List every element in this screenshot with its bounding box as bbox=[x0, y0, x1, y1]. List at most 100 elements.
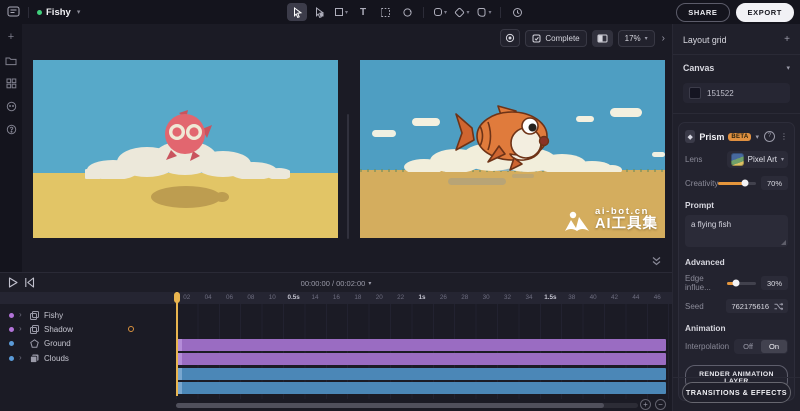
ground-shadow bbox=[448, 178, 506, 185]
divider bbox=[673, 377, 800, 378]
app-logo-icon[interactable] bbox=[7, 6, 20, 18]
complete-button[interactable]: Complete bbox=[525, 30, 586, 47]
topbar-actions: SHARE EXPORT bbox=[676, 0, 794, 24]
tool-direct-select[interactable] bbox=[309, 3, 329, 21]
interpolation-on-option[interactable]: On bbox=[761, 340, 787, 353]
collapse-panel-icon[interactable] bbox=[651, 256, 662, 266]
kebab-menu-icon[interactable]: ⋮ bbox=[780, 132, 788, 141]
ruler-label: 08 bbox=[240, 292, 261, 304]
expand-chevron-icon[interactable]: › bbox=[19, 311, 25, 319]
shuffle-icon[interactable] bbox=[774, 302, 783, 311]
small-cloud bbox=[412, 118, 440, 126]
skip-to-start-button[interactable] bbox=[24, 277, 35, 288]
playhead[interactable] bbox=[176, 292, 178, 396]
split-view-button[interactable] bbox=[592, 30, 613, 47]
chevron-down-icon[interactable]: ▾ bbox=[786, 64, 790, 72]
scrollbar-thumb[interactable] bbox=[176, 403, 604, 408]
folder-icon[interactable] bbox=[4, 54, 18, 67]
interpolation-off-option[interactable]: Off bbox=[735, 340, 761, 353]
track-bar-fishy[interactable] bbox=[176, 339, 666, 351]
frame-divider-handle[interactable] bbox=[347, 114, 349, 239]
layer-row-shadow[interactable]: › Shadow bbox=[0, 322, 176, 336]
advanced-label: Advanced bbox=[685, 257, 725, 267]
creativity-slider[interactable] bbox=[718, 182, 756, 185]
add-icon[interactable]: + bbox=[4, 31, 18, 44]
snapshot-button[interactable] bbox=[500, 29, 520, 47]
layer-type-icon bbox=[30, 339, 39, 348]
assets-grid-icon[interactable] bbox=[4, 77, 18, 90]
layer-row-clouds[interactable]: ›Clouds bbox=[0, 351, 176, 365]
help-icon[interactable]: ? bbox=[764, 131, 775, 142]
timeline-ruler[interactable]: 02040608100.5s14161820221s26283032341.5s… bbox=[0, 292, 672, 304]
complete-label: Complete bbox=[545, 34, 579, 43]
ruler-label: 14 bbox=[304, 292, 325, 304]
project-status-dot bbox=[37, 10, 42, 15]
share-button[interactable]: SHARE bbox=[676, 3, 729, 22]
layer-name: Fishy bbox=[44, 311, 63, 320]
layer-name: Shadow bbox=[44, 325, 73, 334]
comments-icon[interactable] bbox=[4, 100, 18, 113]
ruler-label: 18 bbox=[347, 292, 368, 304]
track-bar-clouds[interactable] bbox=[176, 382, 666, 394]
layer-color-dot bbox=[9, 327, 14, 332]
ruler-label: 20 bbox=[369, 292, 390, 304]
layer-row-ground[interactable]: Ground bbox=[0, 337, 176, 351]
slider-knob[interactable] bbox=[741, 180, 748, 187]
horizontal-scrollbar[interactable] bbox=[176, 403, 638, 408]
rendered-frame[interactable]: ai-bot.cn AI工具集 bbox=[360, 60, 665, 238]
play-button[interactable] bbox=[8, 277, 18, 288]
playhead-handle[interactable] bbox=[174, 292, 180, 303]
expand-chevron-icon[interactable]: › bbox=[19, 325, 25, 333]
prism-icon: ◆ bbox=[685, 130, 695, 143]
divider bbox=[673, 113, 800, 114]
fish-shadow bbox=[215, 192, 229, 202]
tool-text[interactable]: T bbox=[353, 3, 373, 21]
tool-rotate[interactable] bbox=[397, 3, 417, 21]
time-text: 00:00:00 / 00:02:00 bbox=[301, 279, 366, 288]
chevron-down-icon: ▾ bbox=[368, 280, 371, 287]
time-display[interactable]: 00:00:00 / 00:02:00 ▾ bbox=[295, 278, 378, 289]
export-button[interactable]: EXPORT bbox=[736, 3, 794, 22]
tool-history[interactable] bbox=[507, 3, 527, 21]
tool-shape-blob[interactable]: ▾ bbox=[474, 3, 494, 21]
ruler-label: 34 bbox=[518, 292, 539, 304]
lens-dropdown[interactable]: Pixel Art ▾ bbox=[727, 151, 788, 168]
color-swatch[interactable] bbox=[689, 87, 701, 99]
add-layout-grid-button[interactable]: + bbox=[784, 34, 790, 45]
source-frame[interactable] bbox=[33, 60, 338, 238]
chevron-down-icon[interactable]: ▾ bbox=[755, 133, 759, 141]
zoom-select[interactable]: 17% ▾ bbox=[618, 30, 655, 47]
tool-shape-diamond[interactable]: ▾ bbox=[452, 3, 472, 21]
layer-color-dot bbox=[9, 313, 14, 318]
canvas-color-hex: 151522 bbox=[707, 89, 734, 98]
tool-select[interactable] bbox=[287, 3, 307, 21]
creativity-value[interactable]: 70% bbox=[761, 176, 788, 190]
zoom-in-icon[interactable]: + bbox=[640, 399, 651, 410]
track-bar-ground[interactable] bbox=[176, 368, 666, 380]
track-bar-shadow[interactable] bbox=[176, 353, 666, 365]
edge-influence-value[interactable]: 30% bbox=[761, 276, 788, 290]
keyframe-indicator[interactable] bbox=[128, 326, 134, 332]
layer-row-fishy[interactable]: › Fishy bbox=[0, 308, 176, 322]
tool-transform[interactable] bbox=[375, 3, 395, 21]
transitions-effects-button[interactable]: TRANSITIONS & EFFECTS bbox=[682, 382, 791, 403]
tool-shape-square[interactable]: ▾ bbox=[430, 3, 450, 21]
help-icon[interactable] bbox=[4, 123, 18, 136]
expand-chevron-icon[interactable]: › bbox=[19, 354, 25, 362]
slider-knob[interactable] bbox=[732, 280, 739, 287]
chevron-down-icon: ▾ bbox=[781, 156, 784, 163]
layer-list: › Fishy › Shadow Ground›Clouds bbox=[0, 304, 176, 411]
seed-input[interactable]: 762175616 bbox=[726, 299, 788, 313]
canvas-color-field[interactable]: 151522 bbox=[683, 83, 790, 103]
project-menu[interactable]: Fishy ▾ bbox=[37, 7, 80, 18]
tool-frame[interactable]: ▾ bbox=[331, 3, 351, 21]
animation-label: Animation bbox=[685, 323, 726, 333]
prism-title: Prism bbox=[699, 132, 724, 142]
edge-influence-slider[interactable] bbox=[727, 282, 756, 285]
next-frame-button[interactable]: › bbox=[660, 33, 667, 44]
ruler-label: 42 bbox=[604, 292, 625, 304]
small-cloud bbox=[372, 130, 396, 137]
zoom-out-icon[interactable]: − bbox=[655, 399, 666, 410]
track-bars bbox=[176, 339, 666, 411]
prompt-input[interactable]: a flying fish bbox=[685, 215, 788, 247]
